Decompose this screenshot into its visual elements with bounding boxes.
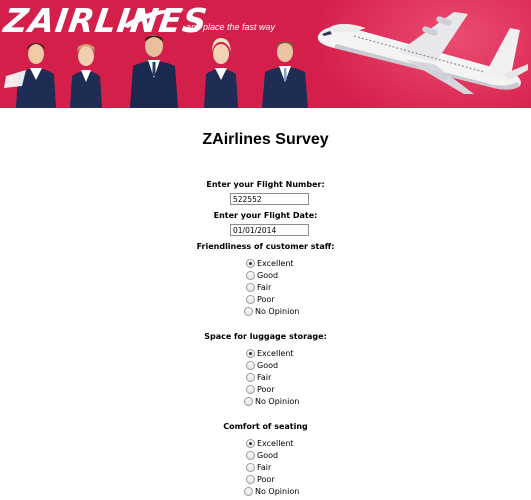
friendliness-option-fair[interactable]: Fair: [246, 282, 271, 293]
page-title: ZAirlines Survey: [202, 131, 329, 148]
radio-button-checked[interactable]: [246, 439, 255, 448]
crew-member-2: [70, 44, 102, 108]
friendliness-option-poor[interactable]: Poor: [246, 294, 275, 305]
radio-button[interactable]: [246, 361, 255, 370]
radio-button[interactable]: [246, 475, 255, 484]
question-friendliness-label: Friendliness of customer staff:: [196, 242, 335, 251]
friendliness-option-good[interactable]: Good: [246, 270, 278, 281]
flight-date-label: Enter your Flight Date:: [213, 211, 318, 220]
luggage-option-no-opinion[interactable]: No Opinion: [244, 396, 299, 407]
radio-button[interactable]: [244, 307, 253, 316]
luggage-option-good[interactable]: Good: [246, 360, 278, 371]
luggage-option-fair[interactable]: Fair: [246, 372, 271, 383]
seating-option-fair[interactable]: Fair: [246, 462, 271, 473]
logo-swoosh-icon: [122, 9, 186, 28]
question-seating-label: Comfort of seating: [223, 422, 308, 431]
luggage-option-excellent[interactable]: Excellent: [246, 348, 294, 359]
luggage-option-poor[interactable]: Poor: [246, 384, 275, 395]
airplane-image: [317, 12, 528, 94]
seating-option-good[interactable]: Good: [246, 450, 278, 461]
question-luggage-label: Space for luggage storage:: [204, 332, 327, 341]
radio-button[interactable]: [246, 295, 255, 304]
radio-button[interactable]: [246, 373, 255, 382]
radio-button[interactable]: [246, 463, 255, 472]
radio-button[interactable]: [244, 397, 253, 406]
crew-photo: [4, 35, 308, 108]
radio-button[interactable]: [246, 271, 255, 280]
seating-option-no-opinion[interactable]: No Opinion: [244, 486, 299, 497]
radio-button[interactable]: [246, 385, 255, 394]
crew-member-1: [4, 43, 56, 108]
seating-option-poor[interactable]: Poor: [246, 474, 275, 485]
flight-number-label: Enter your Flight Number:: [206, 180, 325, 189]
crew-member-4: [204, 38, 238, 108]
radio-button[interactable]: [244, 487, 253, 496]
friendliness-option-no-opinion[interactable]: No Opinion: [244, 306, 299, 317]
radio-button-checked[interactable]: [246, 259, 255, 268]
flight-date-input[interactable]: [230, 224, 309, 236]
seating-option-excellent[interactable]: Excellent: [246, 438, 294, 449]
header-banner: ZAIRLINES any place the fast way: [0, 0, 531, 108]
radio-button[interactable]: [246, 283, 255, 292]
radio-button[interactable]: [246, 451, 255, 460]
crew-member-5: [262, 41, 308, 108]
crew-member-3: [130, 35, 178, 108]
radio-button-checked[interactable]: [246, 349, 255, 358]
flight-number-input[interactable]: [230, 193, 309, 205]
friendliness-option-excellent[interactable]: Excellent: [246, 258, 294, 269]
